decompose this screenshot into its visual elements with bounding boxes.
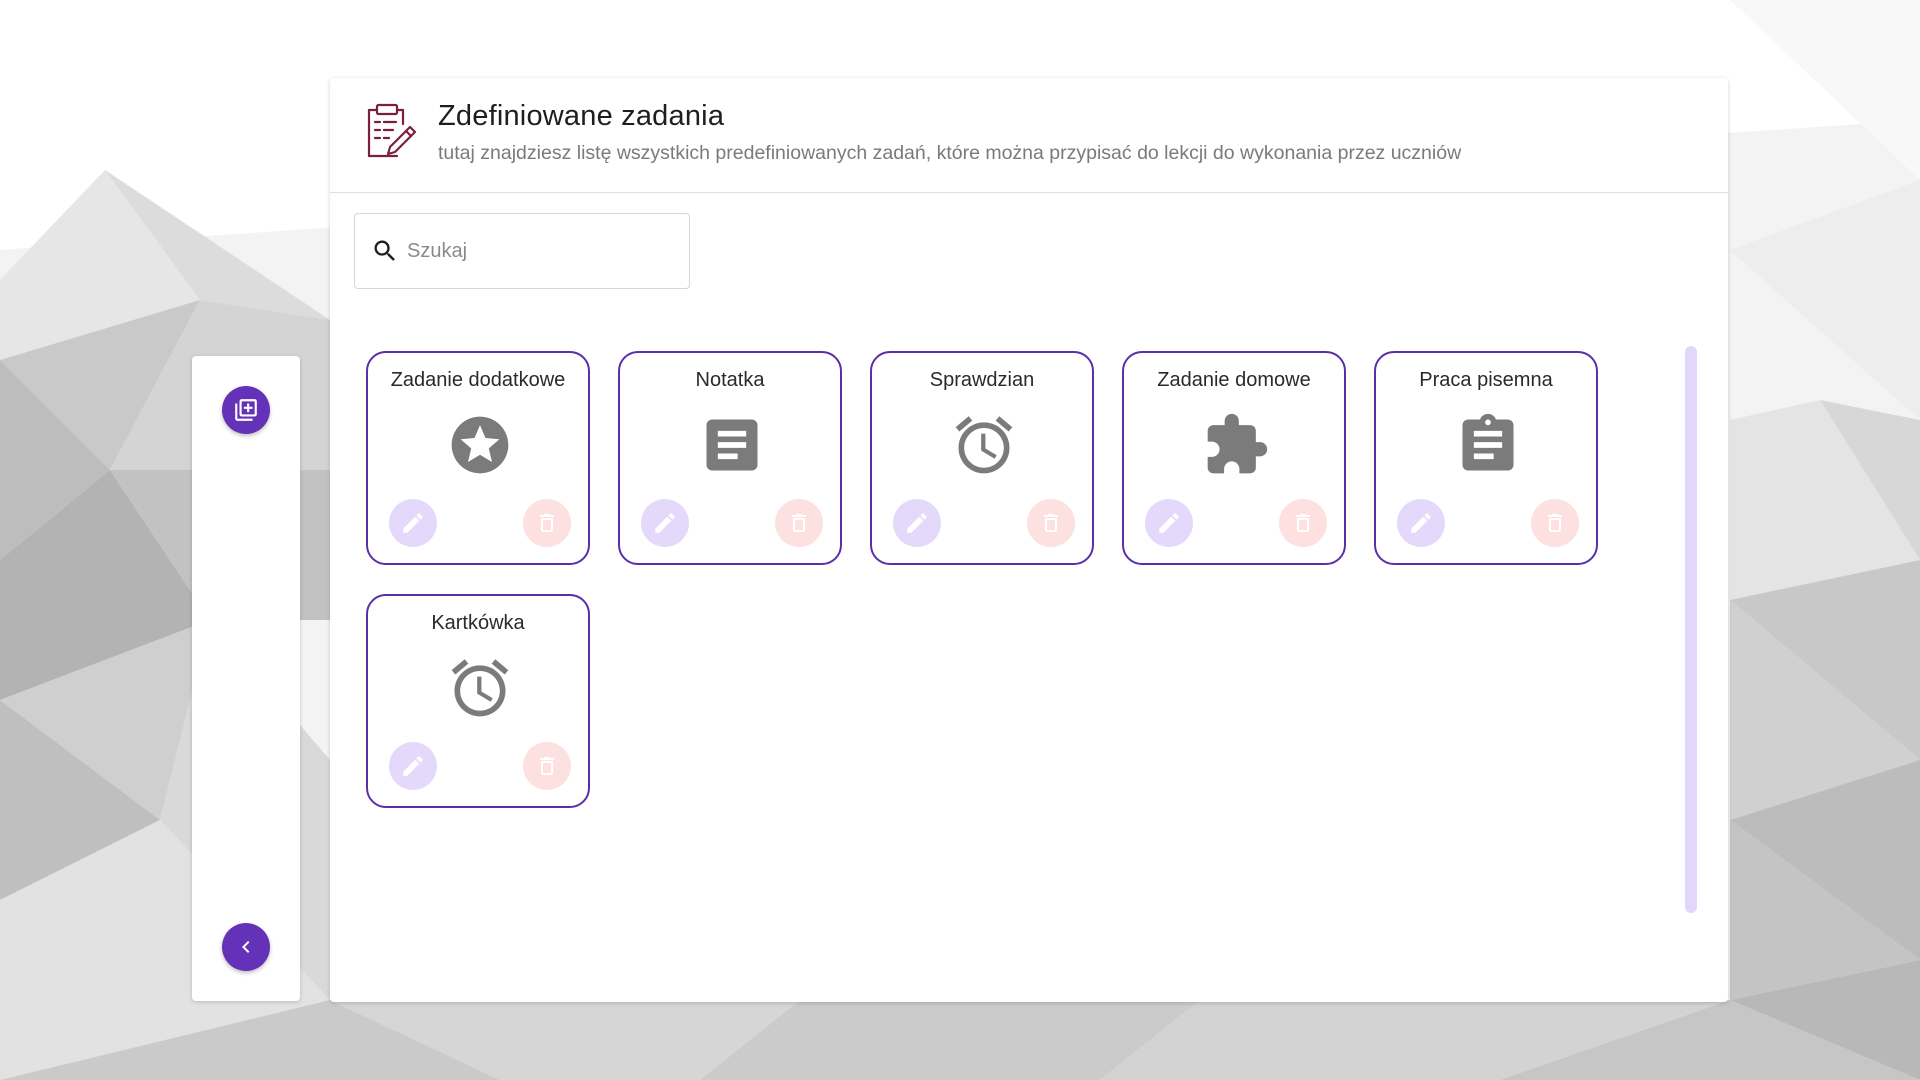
pencil-icon xyxy=(403,756,423,776)
delete-task-button[interactable] xyxy=(1279,499,1327,547)
trash-icon xyxy=(1296,514,1310,532)
pencil-icon xyxy=(907,513,927,533)
task-card[interactable]: Kartkówka xyxy=(366,594,590,808)
delete-task-button[interactable] xyxy=(523,742,571,790)
task-name: Zadanie domowe xyxy=(1157,369,1311,391)
pencil-icon xyxy=(655,513,675,533)
side-rail xyxy=(192,356,300,1001)
collapse-rail-button[interactable] xyxy=(222,923,270,971)
edit-task-button[interactable] xyxy=(893,499,941,547)
task-name: Notatka xyxy=(695,369,765,391)
delete-task-button[interactable] xyxy=(1531,499,1579,547)
search-input[interactable] xyxy=(405,238,669,264)
chevron-left-icon xyxy=(242,941,250,953)
panel-header: Zdefiniowane zadania tutaj znajdziesz li… xyxy=(330,78,1728,193)
delete-task-button[interactable] xyxy=(1027,499,1075,547)
task-card[interactable]: Sprawdzian xyxy=(870,351,1094,565)
clipboard-pen-icon xyxy=(367,103,417,158)
scrollbar[interactable] xyxy=(1685,346,1697,913)
pencil-icon xyxy=(403,513,423,533)
trash-icon xyxy=(540,757,554,775)
edit-task-button[interactable] xyxy=(389,742,437,790)
pencil-icon xyxy=(1159,513,1179,533)
task-grid: Zadanie dodatkowe Notatka Sprawdzian Zad… xyxy=(366,351,1626,951)
add-library-icon xyxy=(235,399,257,421)
task-card[interactable]: Zadanie dodatkowe xyxy=(366,351,590,565)
edit-task-button[interactable] xyxy=(389,499,437,547)
delete-task-button[interactable] xyxy=(523,499,571,547)
delete-task-button[interactable] xyxy=(775,499,823,547)
task-name: Kartkówka xyxy=(431,612,525,634)
search-icon xyxy=(374,240,395,261)
page-title: Zdefiniowane zadania xyxy=(438,100,725,132)
edit-task-button[interactable] xyxy=(1397,499,1445,547)
search-box[interactable] xyxy=(354,213,690,289)
puzzle-icon xyxy=(1202,411,1270,479)
trash-icon xyxy=(792,514,806,532)
main-panel: Zdefiniowane zadania tutaj znajdziesz li… xyxy=(330,78,1728,1002)
task-card[interactable]: Praca pisemna xyxy=(1374,351,1598,565)
add-task-button[interactable] xyxy=(222,386,270,434)
task-name: Praca pisemna xyxy=(1419,369,1553,391)
alarm-clock-icon xyxy=(950,411,1018,479)
note-icon xyxy=(698,411,766,479)
alarm-clock-icon xyxy=(446,654,514,722)
page-subtitle: tutaj znajdziesz listę wszystkich predef… xyxy=(438,142,1462,164)
task-card[interactable]: Notatka xyxy=(618,351,842,565)
task-name: Zadanie dodatkowe xyxy=(390,369,566,391)
trash-icon xyxy=(1548,514,1562,532)
star-circle-icon xyxy=(446,411,514,479)
trash-icon xyxy=(1044,514,1058,532)
task-card[interactable]: Zadanie domowe xyxy=(1122,351,1346,565)
pencil-icon xyxy=(1411,513,1431,533)
task-name: Sprawdzian xyxy=(929,369,1035,391)
edit-task-button[interactable] xyxy=(641,499,689,547)
edit-task-button[interactable] xyxy=(1145,499,1193,547)
trash-icon xyxy=(540,514,554,532)
clipboard-text-icon xyxy=(1454,411,1522,479)
